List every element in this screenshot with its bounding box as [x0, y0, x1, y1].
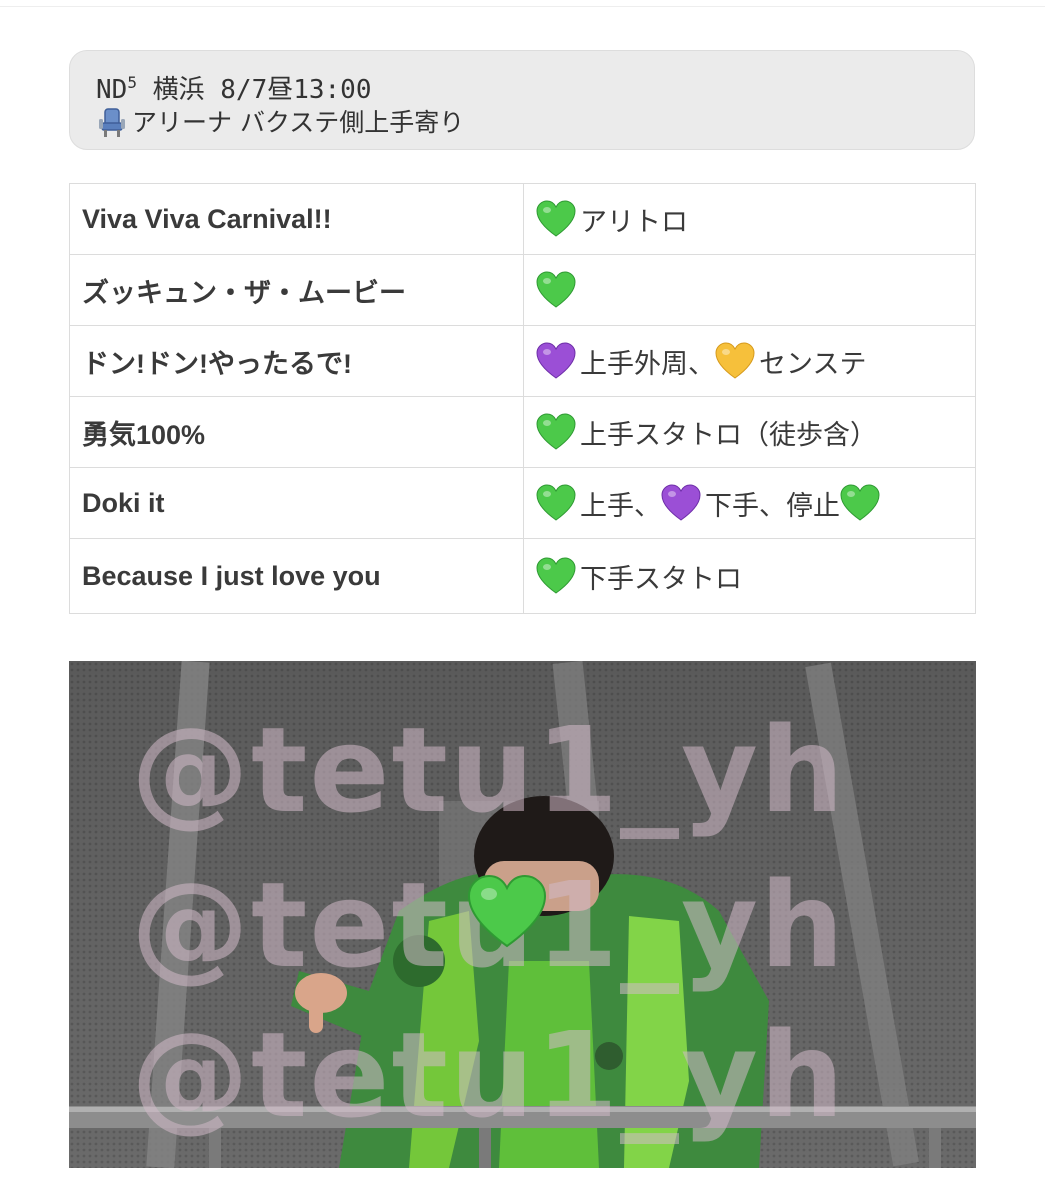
setlist-row: Viva Viva Carnival!! アリトロ: [69, 183, 976, 255]
green-heart-icon: [536, 271, 576, 309]
venue-date: 横浜 8/7昼13:00: [136, 75, 372, 105]
song-note: 上手、 下手、停止: [523, 467, 976, 539]
seat-text: アリーナ バクステ側上手寄り: [132, 108, 465, 137]
setlist-row: 勇気100% 上手スタトロ（徒歩含）: [69, 396, 976, 468]
watermark-1: @tetu1_yh: [131, 701, 846, 839]
seat-info: アリーナ バクステ側上手寄り: [96, 103, 948, 143]
watermark-3: @tetu1_yh: [131, 1006, 846, 1144]
green-heart-icon: [467, 873, 547, 951]
seat-icon: [96, 107, 128, 139]
green-heart-icon: [536, 200, 576, 238]
green-heart-icon: [840, 484, 880, 522]
purple-heart-icon: [536, 342, 576, 380]
song-title: Viva Viva Carnival!!: [69, 183, 524, 255]
song-note: 上手スタトロ（徒歩含）: [523, 396, 976, 468]
green-heart-icon: [536, 557, 576, 595]
note-text: アリトロ: [580, 206, 688, 238]
green-heart-icon: [536, 413, 576, 451]
top-divider: [0, 0, 1045, 7]
tour-name: ND: [96, 75, 128, 105]
song-note: [523, 254, 976, 326]
song-title: Because I just love you: [69, 538, 524, 614]
setlist-table: Viva Viva Carnival!! アリトロズッキュン・ザ・ムービー ドン!ド…: [69, 183, 976, 614]
setlist-row: ドン!ドン!やったるで! 上手外周、 センステ: [69, 325, 976, 397]
green-heart-icon: [536, 484, 576, 522]
memo-box: ND5 横浜 8/7昼13:00 アリーナ バクステ側上手寄り: [69, 50, 975, 150]
song-title: ドン!ドン!やったるで!: [69, 325, 524, 397]
song-title: 勇気100%: [69, 396, 524, 468]
note-text: 上手、: [580, 490, 661, 522]
song-title: ズッキュン・ザ・ムービー: [69, 254, 524, 326]
purple-heart-icon: [661, 484, 701, 522]
setlist-row: Because I just love you 下手スタトロ: [69, 538, 976, 614]
setlist-row: Doki it 上手、 下手、停止: [69, 467, 976, 539]
yellow-heart-icon: [715, 342, 755, 380]
song-note: アリトロ: [523, 183, 976, 255]
note-text: 上手外周、: [580, 348, 715, 380]
concert-photo: @tetu1_yh @tetu1_yh @tetu1_yh: [69, 661, 976, 1168]
setlist-row: ズッキュン・ザ・ムービー: [69, 254, 976, 326]
note-text: 上手スタトロ（徒歩含）: [580, 419, 877, 451]
tour-number: 5: [127, 73, 137, 92]
concert-info: ND5 横浜 8/7昼13:00: [96, 63, 948, 105]
note-text: 下手スタトロ: [580, 563, 742, 595]
note-text: 下手、停止: [705, 490, 840, 522]
song-note: 下手スタトロ: [523, 538, 976, 614]
song-note: 上手外周、 センステ: [523, 325, 976, 397]
note-text: センステ: [759, 348, 867, 380]
song-title: Doki it: [69, 467, 524, 539]
